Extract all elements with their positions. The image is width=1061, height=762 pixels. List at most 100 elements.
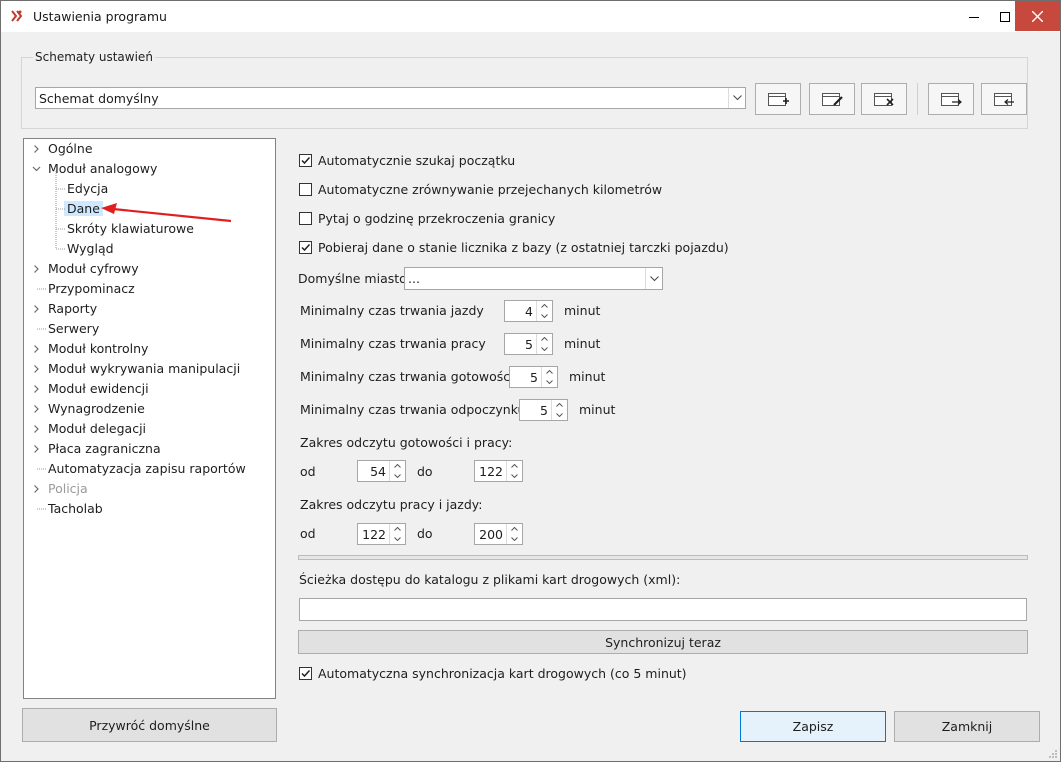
tree-expand-icon[interactable] — [34, 345, 39, 353]
close-window-button[interactable] — [1015, 1, 1060, 31]
min-ready-value: 5 — [530, 370, 538, 385]
delete-scheme-button[interactable] — [861, 83, 907, 115]
spin-up-icon[interactable] — [537, 301, 552, 311]
minimize-icon — [968, 16, 979, 18]
minimize-button[interactable] — [956, 1, 991, 32]
add-scheme-icon — [768, 93, 789, 106]
fetch-odometer-label: Pobieraj dane o stanie licznika z bazy (… — [318, 240, 729, 255]
spin-up-icon[interactable] — [542, 367, 557, 377]
spin-down-icon[interactable] — [552, 410, 567, 420]
fetch-odometer-checkbox[interactable] — [299, 241, 312, 254]
range-ready-label: Zakres odczytu gotowości i pracy: — [300, 435, 513, 450]
close-button[interactable]: Zamknij — [894, 711, 1040, 742]
range-ready-to-spinner[interactable]: 122 — [474, 460, 523, 482]
save-label: Zapisz — [792, 719, 834, 734]
checkmark-icon — [301, 243, 311, 252]
save-button[interactable]: Zapisz — [740, 711, 886, 742]
range-drive-to-label: do — [417, 526, 433, 541]
auto-align-km-label: Automatyczne zrównywanie przejechanych k… — [318, 182, 663, 197]
chevron-down-icon — [645, 268, 662, 289]
default-city-label: Domyślne miasto — [298, 271, 407, 286]
import-scheme-button[interactable] — [981, 83, 1027, 115]
spin-up-icon[interactable] — [390, 524, 405, 534]
min-ready-label: Minimalny czas trwania gotowości — [300, 369, 514, 384]
spin-up-icon[interactable] — [552, 400, 567, 410]
auto-sync-label: Automatyczna synchronizacja kart drogowy… — [318, 666, 687, 681]
tree-expand-icon[interactable] — [34, 485, 39, 493]
min-drive-label: Minimalny czas trwania jazdy — [300, 303, 484, 318]
auto-find-start-label: Automatycznie szukaj początku — [318, 153, 516, 168]
add-scheme-button[interactable] — [755, 83, 801, 115]
tree-expand-icon[interactable] — [34, 385, 39, 393]
tree-expand-icon[interactable] — [34, 445, 39, 453]
delete-scheme-icon — [874, 93, 894, 106]
min-drive-value: 4 — [525, 304, 533, 319]
range-ready-from-spinner[interactable]: 54 — [357, 460, 406, 482]
app-logo-icon — [10, 9, 24, 23]
tree-expand-icon[interactable] — [34, 425, 39, 433]
sync-progress-bar — [298, 555, 1028, 560]
restore-defaults-button[interactable]: Przywróć domyślne — [22, 708, 277, 742]
schemes-group-label: Schematy ustawień — [33, 50, 155, 64]
auto-align-km-checkbox[interactable] — [299, 183, 312, 196]
min-drive-spinner[interactable]: 4 — [504, 300, 553, 322]
scheme-select-value: Schemat domyślny — [39, 91, 159, 106]
min-work-value: 5 — [525, 337, 533, 352]
spin-down-icon[interactable] — [390, 534, 405, 544]
sync-now-label: Synchronizuj teraz — [605, 634, 721, 650]
range-drive-from-value: 122 — [362, 527, 386, 542]
spin-down-icon[interactable] — [507, 534, 522, 544]
spin-up-icon[interactable] — [537, 334, 552, 344]
tree-expand-icon[interactable] — [34, 305, 39, 313]
xml-path-label: Ścieżka dostępu do katalogu z plikami ka… — [299, 572, 681, 587]
edit-scheme-button[interactable] — [809, 83, 855, 115]
min-rest-unit: minut — [579, 402, 616, 417]
scheme-select[interactable]: Schemat domyślny — [35, 87, 746, 109]
tree-expand-icon[interactable] — [34, 365, 39, 373]
window-title: Ustawienia programu — [33, 9, 167, 24]
restore-defaults-label: Przywróć domyślne — [89, 717, 210, 733]
export-scheme-button[interactable] — [928, 83, 974, 115]
range-drive-to-spinner[interactable]: 200 — [474, 523, 523, 545]
settings-window: Ustawienia programu Schematy ustawień Sc… — [0, 0, 1061, 762]
range-ready-to-value: 122 — [479, 464, 503, 479]
spin-down-icon[interactable] — [537, 344, 552, 354]
range-drive-from-spinner[interactable]: 122 — [357, 523, 406, 545]
maximize-icon — [999, 11, 1010, 22]
spin-up-icon[interactable] — [507, 461, 522, 471]
edit-scheme-icon — [822, 93, 843, 106]
min-drive-unit: minut — [564, 303, 601, 318]
tree-collapse-icon[interactable] — [32, 166, 41, 172]
min-rest-value: 5 — [540, 403, 548, 418]
tree-lines — [32, 145, 65, 510]
sync-now-button[interactable]: Synchronizuj teraz — [298, 630, 1028, 654]
chevron-down-icon — [728, 88, 745, 108]
min-rest-spinner[interactable]: 5 — [519, 399, 568, 421]
default-city-value: ... — [408, 271, 420, 286]
spin-down-icon[interactable] — [390, 471, 405, 481]
xml-path-input[interactable] — [299, 598, 1027, 621]
min-work-spinner[interactable]: 5 — [504, 333, 553, 355]
spin-up-icon[interactable] — [507, 524, 522, 534]
ask-border-time-checkbox[interactable] — [299, 212, 312, 225]
tree-expand-icon[interactable] — [34, 405, 39, 413]
min-rest-label: Minimalny czas trwania odpoczynku — [300, 402, 526, 417]
spin-down-icon[interactable] — [537, 311, 552, 321]
resize-grip-icon[interactable] — [1047, 748, 1059, 760]
toolbar-separator — [917, 83, 918, 115]
range-ready-from-value: 54 — [370, 464, 386, 479]
import-scheme-icon — [994, 93, 1014, 106]
spin-down-icon[interactable] — [542, 377, 557, 387]
range-drive-label: Zakres odczytu pracy i jazdy: — [300, 497, 483, 512]
min-ready-spinner[interactable]: 5 — [509, 366, 558, 388]
min-ready-unit: minut — [569, 369, 606, 384]
spin-down-icon[interactable] — [507, 471, 522, 481]
spin-up-icon[interactable] — [390, 461, 405, 471]
tree-expand-icon[interactable] — [34, 265, 39, 273]
ask-border-time-label: Pytaj o godzinę przekroczenia granicy — [318, 211, 556, 226]
annotation-arrow-icon — [101, 203, 232, 223]
tree-expand-icon[interactable] — [34, 145, 39, 153]
auto-sync-checkbox[interactable] — [299, 667, 312, 680]
default-city-select[interactable]: ... — [404, 267, 663, 290]
auto-find-start-checkbox[interactable] — [299, 154, 312, 167]
